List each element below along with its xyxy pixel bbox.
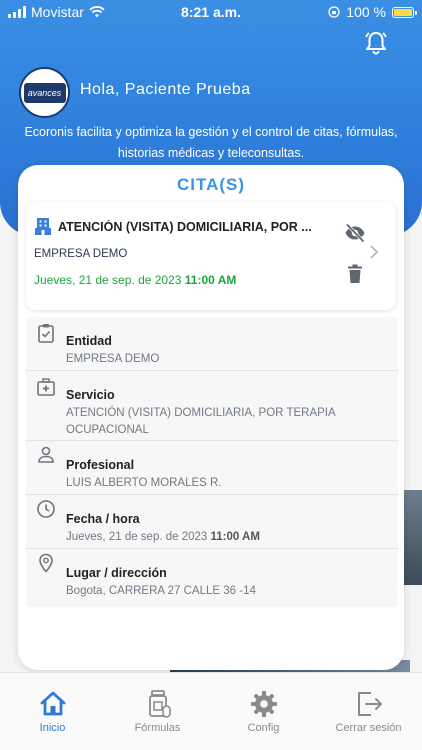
detail-value: LUIS ALBERTO MORALES R.: [66, 477, 222, 489]
building-icon: [35, 218, 51, 235]
detail-label: Servicio: [66, 388, 115, 402]
status-right: 100 %: [328, 4, 417, 20]
appointment-item[interactable]: ATENCIÓN (VISITA) DOMICILIARIA, POR ... …: [26, 202, 396, 310]
chevron-right-icon[interactable]: [368, 244, 380, 260]
battery-percent: 100 %: [346, 4, 386, 20]
clipboard-check-icon: [38, 324, 54, 343]
nav-label: Inicio: [39, 722, 66, 734]
clock-icon: [37, 500, 55, 518]
detail-row-fecha-hora: Fecha / hora Jueves, 21 de sep. de 2023 …: [26, 495, 398, 549]
appointment-title: ATENCIÓN (VISITA) DOMICILIARIA, POR ...: [58, 220, 312, 234]
appointment-time: 11:00 AM: [184, 273, 237, 287]
appointment-company: EMPRESA DEMO: [34, 248, 128, 260]
appointment-date-text: Jueves, 21 de sep. de 2023: [34, 273, 185, 287]
nav-label: Cerrar sesión: [335, 722, 402, 734]
battery-icon: [392, 6, 417, 18]
detail-row-servicio: Servicio ATENCIÓN (VISITA) DOMICILIARIA,…: [26, 371, 398, 441]
greeting-text: Hola, Paciente Prueba: [80, 81, 251, 98]
location-pin-icon: [39, 553, 53, 573]
notification-bell-icon[interactable]: [363, 30, 389, 56]
nav-label: Fórmulas: [134, 722, 181, 734]
avatar: avances: [19, 67, 70, 118]
detail-label: Entidad: [66, 334, 112, 348]
nav-item-config[interactable]: Config: [211, 673, 316, 750]
detail-value: EMPRESA DEMO: [66, 353, 160, 365]
detail-row-lugar: Lugar / dirección Bogota, CARRERA 27 CAL…: [26, 549, 398, 603]
detail-date: Jueves, 21 de sep. de 2023: [66, 531, 211, 543]
appointment-date: Jueves, 21 de sep. de 2023 11:00 AM: [34, 273, 236, 287]
home-icon: [40, 691, 65, 716]
medicine-icon: [148, 690, 171, 718]
bottom-nav: Inicio Fórmulas Config Cerrar sesión: [0, 672, 422, 750]
nav-label: Config: [247, 722, 280, 734]
detail-label: Lugar / dirección: [66, 566, 167, 580]
intro-text: Ecoronis facilita y optimiza la gestión …: [24, 125, 398, 160]
logout-icon: [357, 692, 382, 716]
medical-case-icon: [37, 378, 55, 396]
detail-label: Fecha / hora: [66, 512, 140, 526]
person-icon: [38, 446, 54, 463]
nav-item-inicio[interactable]: Inicio: [0, 673, 105, 750]
appointments-card: CITA(S) ATENCIÓN (VISITA) DOMICILIARIA, …: [18, 165, 404, 670]
appointment-details: Entidad EMPRESA DEMO Servicio ATENCIÓN (…: [26, 317, 398, 607]
nav-item-cerrar-sesion[interactable]: Cerrar sesión: [316, 673, 421, 750]
logo-text: avances: [23, 82, 66, 103]
detail-label: Profesional: [66, 458, 135, 472]
eye-off-icon[interactable]: [344, 222, 366, 244]
trash-icon[interactable]: [346, 264, 364, 284]
background-photo-right: [404, 490, 422, 585]
status-bar: Movistar 8:21 a.m. 100 %: [0, 0, 422, 24]
nav-item-formulas[interactable]: Fórmulas: [105, 673, 210, 750]
card-title: CITA(S): [176, 175, 246, 194]
detail-row-entidad: Entidad EMPRESA DEMO: [26, 317, 398, 371]
detail-row-profesional: Profesional LUIS ALBERTO MORALES R.: [26, 441, 398, 495]
gear-icon: [250, 691, 277, 717]
orientation-lock-icon: [328, 6, 340, 18]
detail-value: ATENCIÓN (VISITA) DOMICILIARIA, POR TERA…: [66, 407, 336, 436]
detail-time: 11:00 AM: [210, 531, 260, 543]
detail-value: Jueves, 21 de sep. de 2023 11:00 AM: [66, 529, 386, 546]
detail-value: Bogota, CARRERA 27 CALLE 36 -14: [66, 585, 256, 597]
